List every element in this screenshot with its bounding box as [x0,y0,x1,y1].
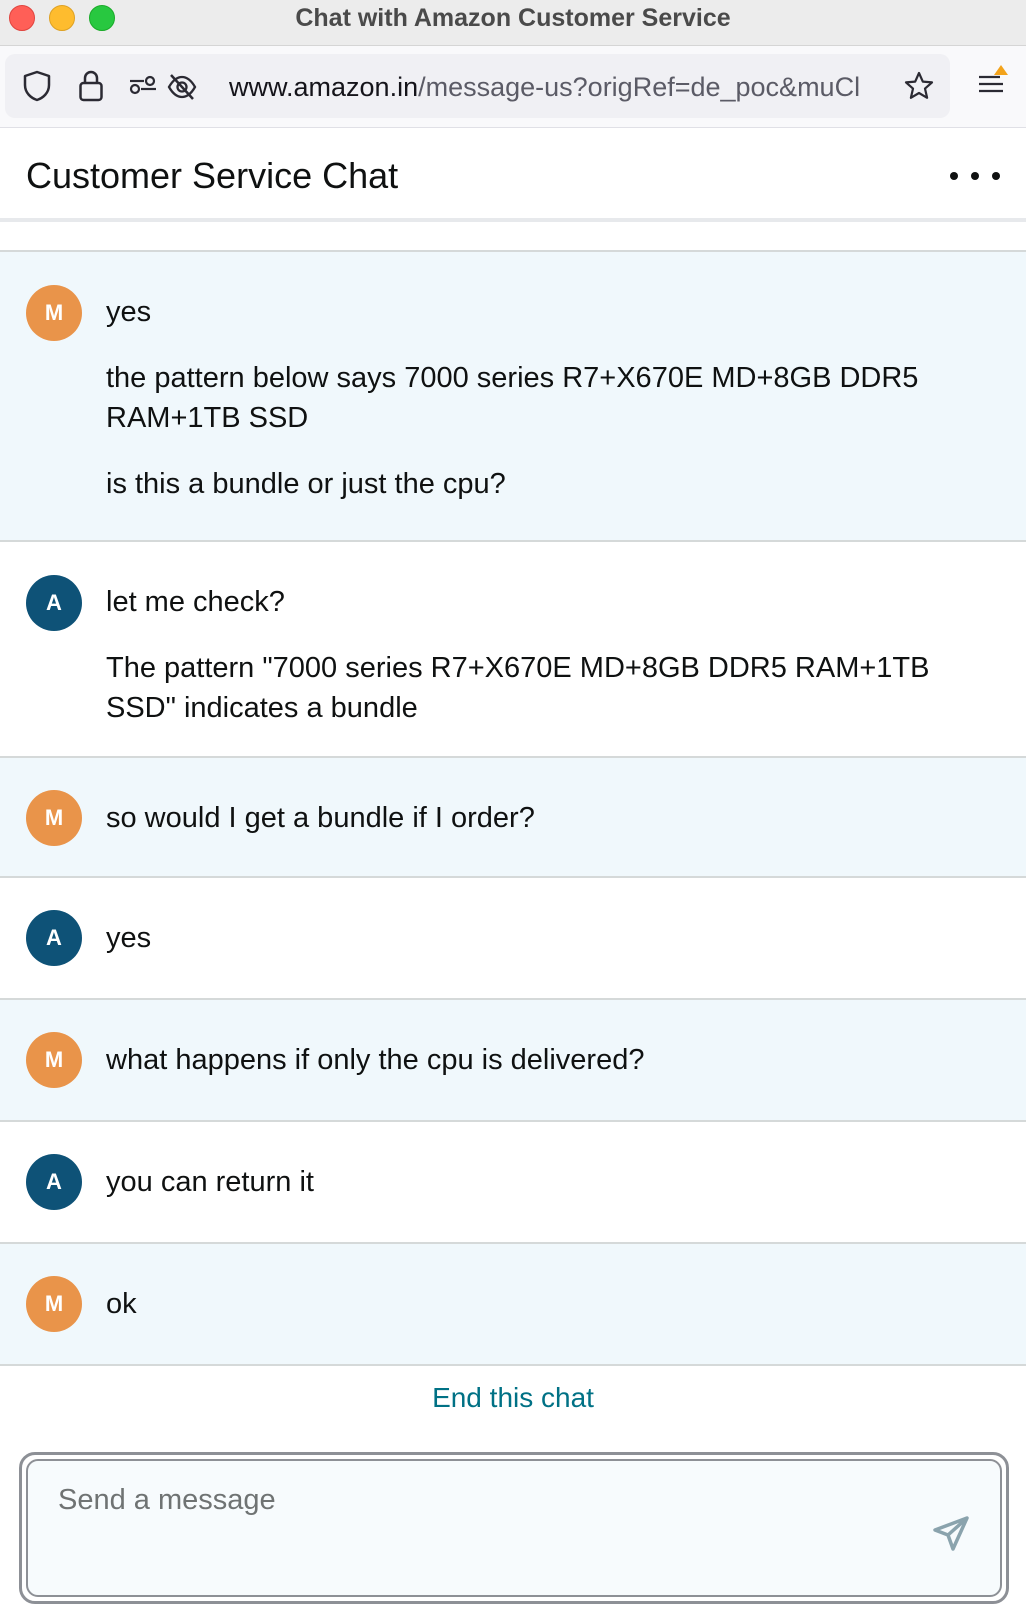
end-chat-link[interactable]: End this chat [0,1382,1026,1414]
send-icon[interactable] [928,1511,974,1557]
avatar-customer: M [26,1276,82,1332]
browser-toolbar: www.amazon.in/message-us?origRef=de_poc&… [0,46,1026,128]
thread-top-spacer [0,225,1026,252]
more-options-icon-dot [992,172,1000,180]
avatar-customer: M [26,285,82,341]
avatar-agent: A [26,1154,82,1210]
bookmark-star-icon[interactable] [902,69,936,103]
message-text: let me check? [106,586,285,618]
chat-title: Customer Service Chat [26,155,399,196]
message-text: the pattern below says 7000 series R7+X6… [106,362,919,434]
shield-icon[interactable] [21,70,53,102]
message-row-customer: M what happens if only the cpu is delive… [0,1000,1026,1122]
avatar-agent: A [26,910,82,966]
message-row-customer: M so would I get a bundle if I order? [0,758,1026,878]
message-text: yes [106,296,152,328]
app-menu-icon[interactable] [976,62,1010,100]
message-input[interactable] [58,1475,898,1525]
message-composer [19,1452,1009,1604]
avatar-customer: M [26,790,82,846]
message-text: The pattern "7000 series R7+X670E MD+8GB… [106,652,930,724]
composer-box[interactable] [26,1459,1002,1597]
lock-icon[interactable] [75,68,107,104]
message-text: you can return it [106,1166,314,1198]
tracking-blocked-icon[interactable] [165,70,199,104]
chat-header: Customer Service Chat [0,128,1026,222]
url-host: www.amazon.in [229,72,419,102]
message-row-agent: A yes [0,878,1026,1000]
message-row-customer: M ok [0,1244,1026,1366]
more-options-icon-dot [971,172,979,180]
message-text: is this a bundle or just the cpu? [106,468,506,500]
window-title: Chat with Amazon Customer Service [295,4,731,32]
more-options-button[interactable] [950,164,1000,188]
message-row-customer: M yes the pattern below says 7000 series… [0,252,1026,542]
message-row-agent: A let me check? The pattern "7000 series… [0,542,1026,758]
message-text: yes [106,922,152,954]
more-options-icon-dot [950,172,958,180]
url-bar[interactable]: www.amazon.in/message-us?origRef=de_poc&… [5,54,950,118]
message-thread[interactable]: M yes the pattern below says 7000 series… [0,225,1026,1366]
window-titlebar: Chat with Amazon Customer Service [0,0,1026,46]
message-text: what happens if only the cpu is delivere… [106,1044,645,1076]
permissions-icon[interactable] [127,72,159,100]
url-text[interactable]: www.amazon.in/message-us?origRef=de_poc&… [229,72,894,103]
avatar-agent: A [26,575,82,631]
message-text: so would I get a bundle if I order? [106,802,535,834]
url-path: /message-us?origRef=de_poc&muCl [418,72,861,102]
message-text: ok [106,1288,137,1320]
message-row-agent: A you can return it [0,1122,1026,1244]
avatar-customer: M [26,1032,82,1088]
